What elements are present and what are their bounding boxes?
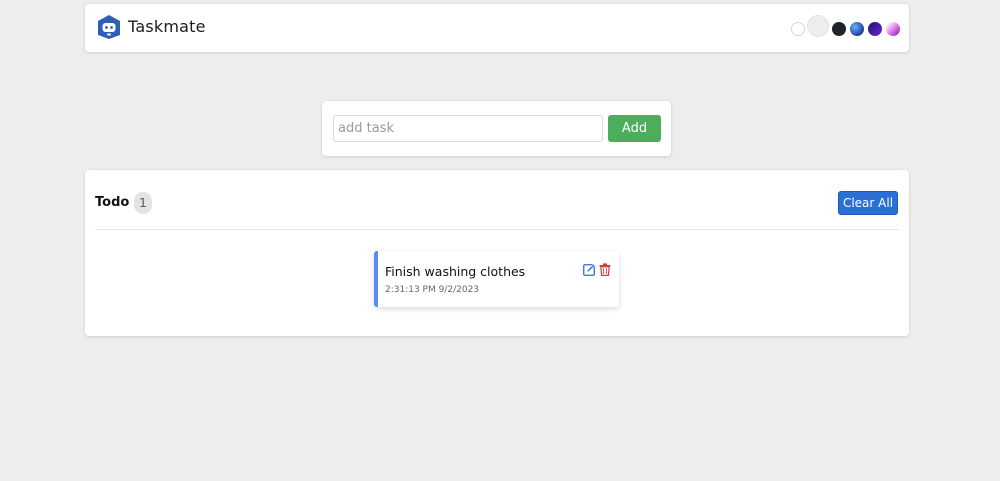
edit-icon[interactable] — [583, 263, 596, 276]
task-timestamp: 2:31:13 PM 9/2/2023 — [385, 285, 480, 295]
app-header: Taskmate — [85, 4, 909, 52]
todo-count-badge: 1 — [134, 192, 152, 214]
app-title: Taskmate — [128, 17, 206, 36]
theme-dark-button[interactable] — [832, 22, 846, 36]
divider — [95, 229, 899, 230]
clear-all-button[interactable]: Clear All — [838, 191, 898, 215]
task-input[interactable] — [333, 115, 603, 142]
theme-blue-button[interactable] — [850, 22, 864, 36]
task-card: Finish washing clothes 2:31:13 PM 9/2/20… — [374, 251, 619, 307]
robot-house-icon — [98, 15, 120, 39]
theme-purple-button[interactable] — [868, 22, 882, 36]
theme-light-button[interactable] — [807, 15, 829, 37]
add-button[interactable]: Add — [608, 115, 661, 142]
todo-panel: Todo 1 Clear All Finish washing clothes … — [85, 170, 909, 336]
todo-title: Todo — [95, 195, 130, 210]
trash-icon[interactable] — [599, 263, 611, 276]
task-name: Finish washing clothes — [385, 264, 526, 279]
theme-pink-button[interactable] — [886, 22, 900, 36]
theme-white-button[interactable] — [791, 22, 805, 36]
add-task-form: Add — [322, 101, 671, 156]
